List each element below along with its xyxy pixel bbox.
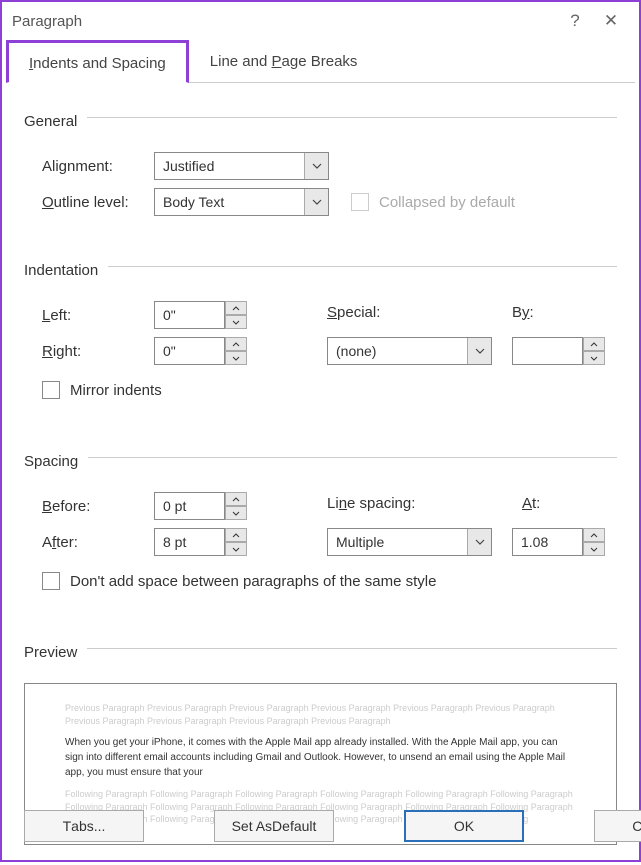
spinner-down-icon[interactable] — [583, 542, 605, 556]
cancel-button[interactable]: Cancel — [594, 810, 641, 842]
tab-indents-spacing[interactable]: Indents and Spacing — [6, 40, 189, 83]
right-label: Right: — [42, 343, 154, 360]
tab-line-page-breaks[interactable]: Line and Page Breaks — [189, 40, 379, 82]
alignment-label: Alignment: — [42, 158, 154, 175]
spinner-down-icon[interactable] — [225, 542, 247, 556]
preview-heading: Preview — [24, 644, 77, 661]
spinner-down-icon[interactable] — [225, 315, 247, 329]
titlebar: Paragraph ? ✕ — [2, 2, 639, 40]
spinner-up-icon[interactable] — [225, 492, 247, 506]
left-spinner[interactable]: 0" — [154, 301, 247, 329]
outline-combo[interactable]: Body Text — [154, 188, 329, 216]
chevron-down-icon[interactable] — [304, 189, 328, 215]
at-label: At: — [522, 495, 540, 512]
spinner-down-icon[interactable] — [225, 506, 247, 520]
mirror-label: Mirror indents — [70, 382, 162, 399]
spinner-up-icon[interactable] — [225, 528, 247, 542]
special-label: Special: — [327, 304, 502, 321]
button-row: Tabs... Set As Default OK Cancel — [2, 800, 639, 852]
by-label: By: — [512, 304, 534, 321]
collapsed-label: Collapsed by default — [379, 194, 515, 211]
collapsed-checkbox — [351, 193, 369, 211]
special-combo[interactable]: (none) — [327, 337, 492, 365]
dont-add-checkbox[interactable] — [42, 572, 60, 590]
spinner-up-icon[interactable] — [225, 337, 247, 351]
by-spinner[interactable] — [512, 337, 605, 365]
spinner-down-icon[interactable] — [583, 351, 605, 365]
left-label: Left: — [42, 307, 154, 324]
after-spinner[interactable]: 8 pt — [154, 528, 247, 556]
mirror-checkbox[interactable] — [42, 381, 60, 399]
chevron-down-icon[interactable] — [467, 529, 491, 555]
tabs-button[interactable]: Tabs... — [24, 810, 144, 842]
general-heading: General — [24, 113, 77, 130]
dont-add-label: Don't add space between paragraphs of th… — [70, 573, 436, 590]
spacing-heading: Spacing — [24, 453, 78, 470]
right-spinner[interactable]: 0" — [154, 337, 247, 365]
spinner-up-icon[interactable] — [225, 301, 247, 315]
before-spinner[interactable]: 0 pt — [154, 492, 247, 520]
spinner-down-icon[interactable] — [225, 351, 247, 365]
outline-label: Outline level: — [42, 194, 154, 211]
spinner-up-icon[interactable] — [583, 528, 605, 542]
before-label: Before: — [42, 498, 154, 515]
after-label: After: — [42, 534, 154, 551]
indentation-heading: Indentation — [24, 262, 98, 279]
alignment-combo[interactable]: Justified — [154, 152, 329, 180]
at-spinner[interactable]: 1.08 — [512, 528, 605, 556]
preview-sample-text: When you get your iPhone, it comes with … — [65, 735, 576, 780]
ok-button[interactable]: OK — [404, 810, 524, 842]
chevron-down-icon[interactable] — [467, 338, 491, 364]
close-button[interactable]: ✕ — [593, 11, 629, 31]
tab-bar: Indents and Spacing Line and Page Breaks — [6, 40, 635, 83]
preview-ghost-before: Previous Paragraph Previous Paragraph Pr… — [65, 702, 576, 727]
set-default-button[interactable]: Set As Default — [214, 810, 334, 842]
window-title: Paragraph — [12, 13, 557, 30]
help-button[interactable]: ? — [557, 11, 593, 31]
chevron-down-icon[interactable] — [304, 153, 328, 179]
line-spacing-combo[interactable]: Multiple — [327, 528, 492, 556]
spinner-up-icon[interactable] — [583, 337, 605, 351]
line-spacing-label: Line spacing: — [327, 495, 502, 512]
